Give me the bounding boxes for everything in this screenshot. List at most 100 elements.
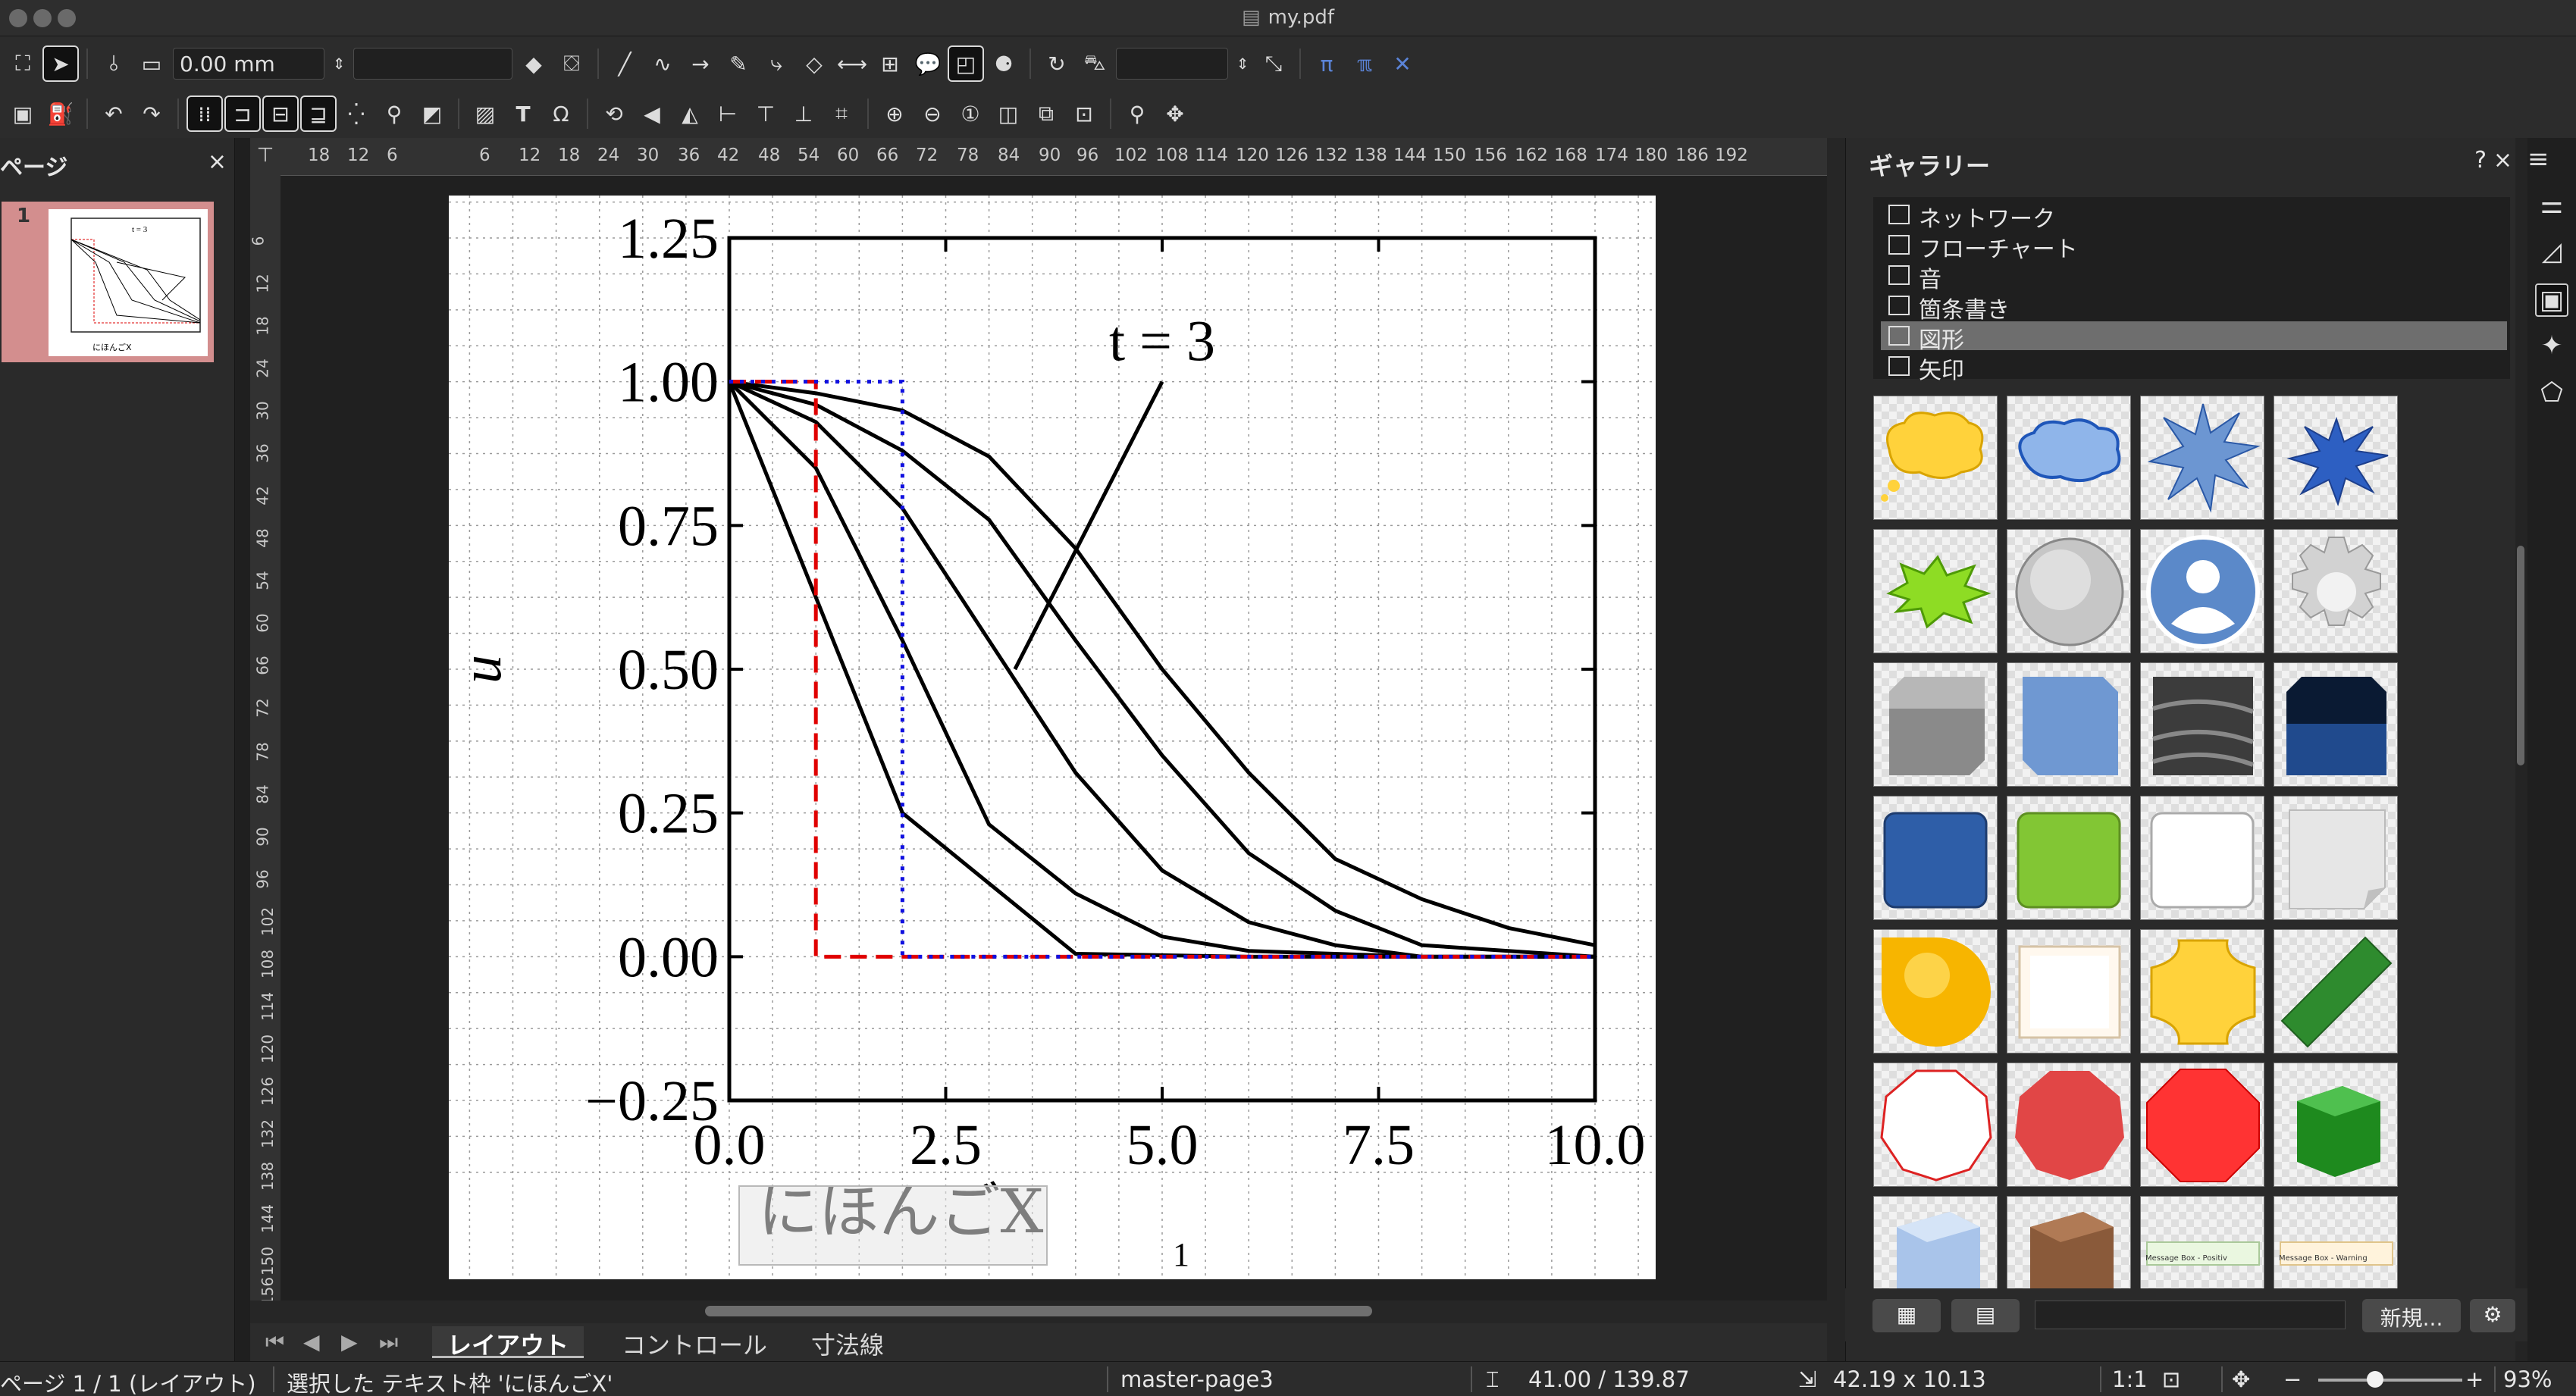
- combine-icon[interactable]: ⧉: [1029, 97, 1063, 130]
- gallery-theme-item[interactable]: フローチャート: [1881, 230, 2507, 263]
- gallery-theme-item[interactable]: 図形: [1881, 321, 2507, 354]
- curve-icon[interactable]: ∿: [646, 47, 679, 80]
- gallery-shape-item[interactable]: [1873, 929, 1998, 1053]
- gallery-shape-item[interactable]: [2007, 796, 2131, 920]
- horizontal-ruler[interactable]: 18 12 6 6 12 18 24 30 36 42 48 54 60 66 72 78 84 90 96 102 1…: [280, 138, 1827, 176]
- next-page-icon[interactable]: ▶: [341, 1329, 358, 1354]
- save-icon[interactable]: ▣: [6, 97, 39, 130]
- gallery-shape-item[interactable]: [2140, 529, 2264, 653]
- snap-guides-icon[interactable]: ⊐: [224, 95, 261, 132]
- gallery-shape-item[interactable]: [2274, 529, 2398, 653]
- shapes-deck-icon[interactable]: ⬠: [2535, 377, 2568, 411]
- align-center-icon[interactable]: ⊤: [749, 97, 782, 130]
- first-page-icon[interactable]: ⏮: [265, 1329, 284, 1355]
- gallery-shape-item[interactable]: [2007, 1063, 2131, 1187]
- vertical-scrollbar[interactable]: [1827, 138, 1845, 1361]
- status-page[interactable]: ページ 1 / 1 (レイアウト): [0, 1366, 256, 1396]
- zoom-icon[interactable]: ⚲: [1120, 97, 1154, 130]
- navigator-deck-icon[interactable]: ✦: [2535, 330, 2568, 364]
- fontwork-icon[interactable]: ℼ: [1348, 47, 1381, 80]
- line-style-icon[interactable]: ⫰: [97, 47, 130, 80]
- gallery-shape-item[interactable]: [2140, 396, 2264, 520]
- help-icon[interactable]: ?: [2474, 147, 2487, 174]
- arrow-line-icon[interactable]: →: [684, 47, 717, 80]
- crop-image-icon[interactable]: ◩: [415, 97, 449, 130]
- gallery-shape-item[interactable]: [1873, 1063, 1998, 1187]
- gallery-theme-item[interactable]: 矢印: [1881, 352, 2507, 384]
- gallery-shape-item[interactable]: [2007, 929, 2131, 1053]
- gallery-shape-item[interactable]: [1873, 529, 1998, 653]
- transparency-field[interactable]: [1116, 48, 1228, 80]
- detail-view-button[interactable]: ▤: [1951, 1299, 2020, 1332]
- gallery-shape-item[interactable]: [2007, 396, 2131, 520]
- line-icon[interactable]: ╱: [608, 47, 641, 80]
- clear-format-icon[interactable]: ✕: [1386, 47, 1419, 80]
- paintbrush-icon[interactable]: ⛽: [44, 97, 77, 130]
- zoom-in-shape-icon[interactable]: ⊕: [878, 97, 911, 130]
- undo-icon[interactable]: ↶: [97, 97, 130, 130]
- gallery-shape-item[interactable]: [1873, 662, 1998, 787]
- gallery-search-input[interactable]: [2035, 1301, 2346, 1329]
- close-icon[interactable]: ×: [208, 149, 227, 175]
- gear-icon[interactable]: ⚙: [2470, 1299, 2515, 1332]
- status-zoom[interactable]: 93%: [2503, 1366, 2552, 1392]
- gallery-shape-item[interactable]: [2007, 662, 2131, 787]
- basic-shapes-icon[interactable]: ◇: [798, 47, 831, 80]
- gallery-theme-item[interactable]: ネットワーク: [1881, 200, 2507, 233]
- last-page-icon[interactable]: ⏭: [379, 1329, 398, 1355]
- snap-object-icon[interactable]: ⊒: [300, 95, 337, 132]
- group-icon[interactable]: ◫: [992, 97, 1025, 130]
- status-scale[interactable]: 1:1: [2112, 1366, 2148, 1392]
- shadow-icon[interactable]: ⛍: [1078, 47, 1111, 80]
- line-width-spinner[interactable]: ⇕: [329, 47, 349, 80]
- ungroup-icon[interactable]: ⊡: [1067, 97, 1101, 130]
- callout-icon[interactable]: 💬: [911, 47, 945, 80]
- zoom-in-button[interactable]: +: [2465, 1366, 2484, 1392]
- gallery-shape-item[interactable]: [2140, 929, 2264, 1053]
- connector-icon[interactable]: ⤷: [760, 47, 793, 80]
- crop-icon[interactable]: ⤡: [1257, 47, 1290, 80]
- align-left-icon[interactable]: ⊢: [711, 97, 744, 130]
- freeform-icon[interactable]: ✎: [722, 47, 755, 80]
- line-width-field[interactable]: 0.00 mm: [173, 48, 324, 80]
- gallery-scrollbar-thumb[interactable]: [2517, 546, 2524, 765]
- styles-deck-icon[interactable]: ◿: [2535, 236, 2568, 270]
- formula-icon[interactable]: π: [1310, 47, 1343, 80]
- helplines-icon[interactable]: ⊟: [262, 95, 299, 132]
- redo-icon[interactable]: ↷: [135, 97, 168, 130]
- border-style-icon[interactable]: ▭: [135, 47, 168, 80]
- pan-icon[interactable]: ✥: [1158, 97, 1192, 130]
- gallery-deck-icon[interactable]: ▣: [2535, 283, 2568, 317]
- table-icon[interactable]: ⊞: [873, 47, 907, 80]
- grid-display-icon[interactable]: ⁞⁞: [186, 95, 223, 132]
- properties-deck-icon[interactable]: ⚌: [2535, 189, 2568, 223]
- glue-points-icon[interactable]: ⚈: [987, 47, 1020, 80]
- fit-page-icon[interactable]: ✥: [2232, 1366, 2250, 1392]
- status-master-page[interactable]: master-page3: [1120, 1366, 1274, 1392]
- area-fill-icon[interactable]: ◆: [517, 47, 550, 80]
- selected-text-frame[interactable]: [738, 1185, 1048, 1266]
- vertical-ruler[interactable]: 6 12 18 24 30 36 42 48 54 60 66 72 78 84 90 96 102 108 114…: [249, 176, 280, 1306]
- tab-controls[interactable]: コントロール: [606, 1326, 782, 1360]
- gallery-shape-item[interactable]: [2140, 1063, 2264, 1187]
- transparency-spinner[interactable]: ⇕: [1233, 47, 1252, 80]
- select-pointer-icon[interactable]: ➤: [42, 45, 79, 82]
- gallery-shape-item[interactable]: [2140, 796, 2264, 920]
- icon-view-button[interactable]: ▦: [1872, 1299, 1941, 1332]
- tab-dimension-lines[interactable]: 寸法線: [796, 1326, 899, 1360]
- new-theme-button[interactable]: 新規...: [2362, 1299, 2461, 1332]
- gallery-shape-item[interactable]: [2274, 796, 2398, 920]
- special-character-icon[interactable]: Ω: [544, 97, 578, 130]
- fill-bucket-icon[interactable]: ⛋: [555, 47, 588, 80]
- tab-stop-icon[interactable]: ⊤: [250, 138, 280, 176]
- points-edit-icon[interactable]: ◰: [948, 45, 984, 82]
- gallery-shape-item[interactable]: [1873, 396, 1998, 520]
- distribute-icon[interactable]: ⊥: [787, 97, 820, 130]
- bring-front-icon[interactable]: ◀: [635, 97, 669, 130]
- gallery-shape-item[interactable]: [2007, 529, 2131, 653]
- gallery-theme-item[interactable]: 音: [1881, 261, 2507, 293]
- select-mode-icon[interactable]: ⛶: [6, 47, 39, 80]
- page-thumbnail[interactable]: 1 t = 3 にほんごX: [2, 202, 214, 362]
- close-icon[interactable]: ×: [2493, 147, 2512, 174]
- flip-icon[interactable]: ◭: [673, 97, 707, 130]
